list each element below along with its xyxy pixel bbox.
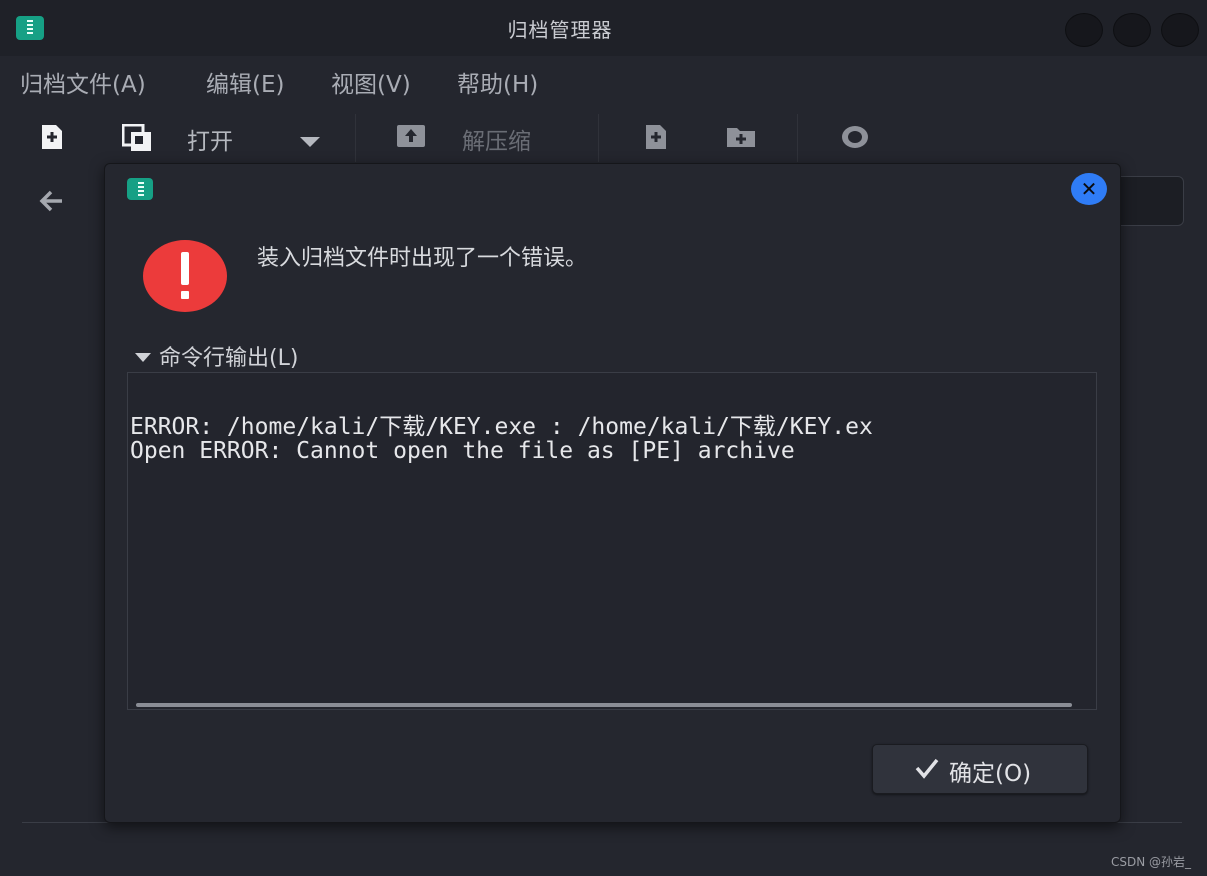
- menu-edit[interactable]: 编辑(E): [206, 65, 284, 99]
- ok-label: 确定(O): [949, 761, 1032, 787]
- menu-view[interactable]: 视图(V): [331, 65, 411, 99]
- check-icon: [915, 757, 939, 783]
- expander-label: 命令行输出(L): [159, 346, 299, 371]
- open-archive-icon[interactable]: [121, 123, 154, 156]
- command-output-textview[interactable]: ERROR: /home/kali/下载/KEY.exe : /home/kal…: [127, 372, 1097, 710]
- horizontal-scrollbar[interactable]: [136, 703, 1072, 707]
- toolbar-separator: [797, 114, 798, 162]
- toolbar-separator: [355, 114, 356, 162]
- window-title: 归档管理器: [507, 18, 613, 42]
- watermark: CSDN @孙岩_: [1110, 855, 1191, 869]
- minimize-button[interactable]: [1065, 13, 1103, 47]
- toolbar-separator: [598, 114, 599, 162]
- extract-label: 解压缩: [462, 129, 531, 155]
- output-line: ERROR: /home/kali/下载/KEY.exe : /home/kal…: [130, 414, 873, 440]
- stop-icon: [840, 124, 870, 154]
- error-dialog: ✕ 装入归档文件时出现了一个错误。 命令行输出(L) ERROR: /home/…: [104, 163, 1121, 823]
- close-icon: ✕: [1080, 177, 1098, 201]
- output-line: Open ERROR: Cannot open the file as [PE]…: [130, 438, 795, 464]
- dialog-close-button[interactable]: ✕: [1071, 173, 1107, 205]
- menu-archive[interactable]: 归档文件(A): [20, 65, 146, 99]
- close-window-button[interactable]: [1161, 13, 1199, 47]
- new-archive-icon[interactable]: [40, 124, 64, 154]
- title-bar: 归档管理器: [0, 0, 1207, 56]
- extract-icon: [396, 124, 426, 152]
- open-label[interactable]: 打开: [187, 122, 233, 156]
- error-icon: [143, 240, 227, 312]
- toolbar: 打开 解压缩: [0, 104, 1207, 168]
- add-folder-icon: [726, 126, 756, 152]
- maximize-button[interactable]: [1113, 13, 1151, 47]
- back-arrow-icon[interactable]: [36, 186, 66, 220]
- command-output-expander[interactable]: 命令行输出(L): [135, 340, 298, 372]
- menu-bar: 归档文件(A) 编辑(E) 视图(V) 帮助(H): [0, 56, 1207, 104]
- ok-button[interactable]: 确定(O): [872, 744, 1088, 794]
- archive-icon: [127, 178, 153, 200]
- error-message: 装入归档文件时出现了一个错误。: [257, 246, 588, 271]
- chevron-down-icon[interactable]: [300, 132, 320, 151]
- expander-triangle-icon: [135, 352, 151, 362]
- menu-help[interactable]: 帮助(H): [457, 65, 538, 99]
- add-files-icon: [644, 124, 668, 154]
